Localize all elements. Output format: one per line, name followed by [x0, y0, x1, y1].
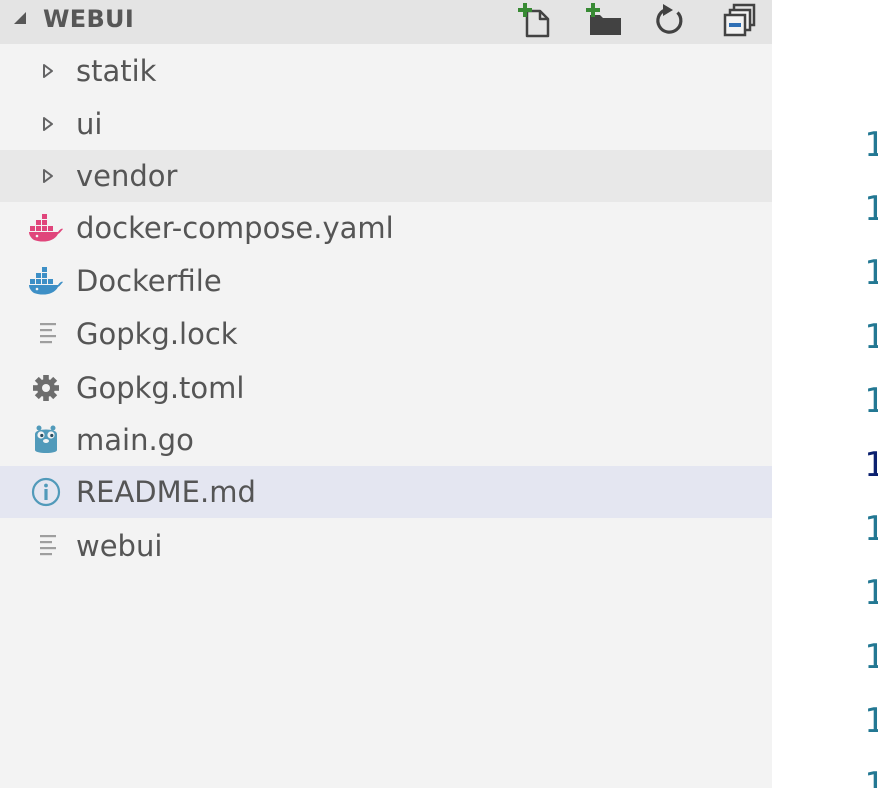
line-number: 1 [864, 765, 878, 788]
vscode-window: WEBUI statik ui vendor docker-compose.ya… [0, 0, 878, 788]
expanded-caret-icon[interactable] [12, 10, 28, 26]
line-number: 1 [864, 253, 878, 293]
tree-item-vendor[interactable]: vendor [0, 150, 772, 202]
text-lines-icon [28, 318, 64, 350]
tree-item-dockerfile[interactable]: Dockerfile [0, 255, 772, 307]
tree-item-label: ui [76, 107, 103, 141]
line-number: 1 [864, 189, 878, 229]
new-folder-icon[interactable] [586, 2, 624, 40]
text-lines-icon [28, 530, 64, 562]
line-number: 1 [864, 381, 878, 421]
info-icon [28, 476, 64, 508]
go-gopher-icon [28, 424, 64, 456]
docker-compose-icon [28, 212, 64, 244]
tree-item-label: Gopkg.lock [76, 317, 238, 351]
collapse-all-icon[interactable] [721, 2, 759, 40]
new-file-icon[interactable] [518, 2, 556, 40]
line-number: 1 [864, 317, 878, 357]
tree-item-main-go[interactable]: main.go [0, 414, 772, 466]
explorer-sidebar: WEBUI statik ui vendor docker-compose.ya… [0, 0, 772, 788]
editor-line-number-gutter: 1 1 1 1 1 1 1 1 1 1 1 [772, 0, 878, 788]
line-number: 1 [864, 125, 878, 165]
line-number: 1 [864, 701, 878, 741]
tree-item-label: vendor [76, 159, 178, 193]
tree-item-readme[interactable]: README.md [0, 466, 772, 518]
refresh-icon[interactable] [651, 2, 689, 40]
active-line-number: 1 [864, 445, 878, 485]
collapsed-caret-icon[interactable] [40, 115, 56, 133]
tree-item-ui[interactable]: ui [0, 98, 772, 150]
explorer-section-header[interactable]: WEBUI [0, 0, 772, 44]
line-number: 1 [864, 637, 878, 677]
tree-item-label: main.go [76, 423, 194, 457]
line-number: 1 [864, 509, 878, 549]
gear-icon [28, 372, 64, 404]
tree-item-gopkg-toml[interactable]: Gopkg.toml [0, 362, 772, 414]
tree-item-label: statik [76, 54, 157, 88]
tree-item-webui[interactable]: webui [0, 520, 772, 572]
tree-item-docker-compose[interactable]: docker-compose.yaml [0, 202, 772, 254]
tree-item-label: webui [76, 529, 163, 563]
tree-item-label: Dockerfile [76, 264, 222, 298]
tree-item-label: Gopkg.toml [76, 371, 245, 405]
tree-item-label: docker-compose.yaml [76, 211, 394, 245]
section-title: WEBUI [43, 5, 135, 33]
collapsed-caret-icon[interactable] [40, 62, 56, 80]
collapsed-caret-icon[interactable] [40, 167, 56, 185]
docker-icon [28, 265, 64, 297]
tree-item-statik[interactable]: statik [0, 45, 772, 97]
tree-item-gopkg-lock[interactable]: Gopkg.lock [0, 308, 772, 360]
tree-item-label: README.md [76, 475, 256, 509]
line-number: 1 [864, 573, 878, 613]
